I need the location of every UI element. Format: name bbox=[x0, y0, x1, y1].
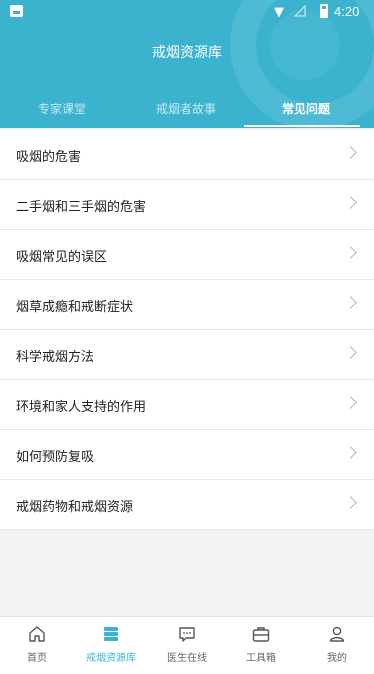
chat-icon bbox=[179, 627, 195, 642]
notification-icon bbox=[10, 5, 23, 17]
status-bar: ▼ 4:20 bbox=[0, 0, 374, 24]
faq-list: 吸烟的危害 二手烟和三手烟的危害 吸烟常见的误区 烟草成瘾和戒断症状 科学戒烟方… bbox=[0, 130, 374, 530]
nav-label: 工具箱 bbox=[246, 653, 276, 664]
chevron-right-icon bbox=[344, 496, 357, 509]
chevron-right-icon bbox=[344, 296, 357, 309]
nav-label: 我的 bbox=[327, 653, 347, 664]
list-item[interactable]: 如何预防复吸 bbox=[0, 430, 374, 480]
chevron-right-icon bbox=[344, 446, 357, 459]
battery-icon bbox=[320, 4, 328, 18]
home-icon bbox=[29, 626, 45, 642]
toolbox-icon bbox=[252, 627, 270, 642]
tab-quitter-stories[interactable]: 戒烟者故事 bbox=[124, 96, 248, 128]
chevron-right-icon bbox=[344, 246, 357, 259]
nav-toolbox[interactable]: 工具箱 bbox=[226, 617, 296, 674]
chevron-right-icon bbox=[344, 146, 357, 159]
nav-label: 医生在线 bbox=[167, 653, 207, 664]
page-title: 戒烟资源库 bbox=[152, 45, 222, 61]
header: ▼ 4:20 戒烟资源库 专家课堂 戒烟者故事 常见问题 bbox=[0, 0, 374, 128]
nav-doctor-online[interactable]: 医生在线 bbox=[152, 617, 222, 674]
list-item-label: 吸烟常见的误区 bbox=[16, 250, 108, 265]
list-item-label: 如何预防复吸 bbox=[16, 450, 95, 465]
library-icon bbox=[104, 627, 118, 641]
wifi-icon: ▼ bbox=[274, 5, 284, 20]
tab-faq[interactable]: 常见问题 bbox=[248, 96, 364, 128]
chevron-right-icon bbox=[344, 396, 357, 409]
tab-expert-class[interactable]: 专家课堂 bbox=[0, 96, 124, 128]
list-item-label: 戒烟药物和戒烟资源 bbox=[16, 500, 134, 515]
list-item-label: 烟草成瘾和戒断症状 bbox=[16, 300, 134, 315]
chevron-right-icon bbox=[344, 346, 357, 359]
status-time: 4:20 bbox=[334, 4, 360, 19]
nav-label: 首页 bbox=[27, 653, 47, 664]
nav-resource-library[interactable]: 戒烟资源库 bbox=[76, 617, 146, 674]
list-item-label: 吸烟的危害 bbox=[16, 150, 82, 165]
list-item[interactable]: 吸烟常见的误区 bbox=[0, 230, 374, 280]
list-item-label: 科学戒烟方法 bbox=[16, 350, 95, 365]
list-item[interactable]: 环境和家人支持的作用 bbox=[0, 380, 374, 430]
list-item-label: 环境和家人支持的作用 bbox=[16, 400, 147, 415]
nav-profile[interactable]: 我的 bbox=[302, 617, 372, 674]
signal-icon bbox=[294, 5, 306, 17]
list-item[interactable]: 戒烟药物和戒烟资源 bbox=[0, 480, 374, 530]
list-item[interactable]: 烟草成瘾和戒断症状 bbox=[0, 280, 374, 330]
list-item-label: 二手烟和三手烟的危害 bbox=[16, 200, 147, 215]
nav-home[interactable]: 首页 bbox=[2, 617, 72, 674]
tab-indicator bbox=[244, 125, 360, 127]
list-item[interactable]: 二手烟和三手烟的危害 bbox=[0, 180, 374, 230]
nav-label: 戒烟资源库 bbox=[86, 653, 136, 664]
profile-icon bbox=[329, 626, 345, 642]
bottom-navigation: 首页 戒烟资源库 医生在线 工具箱 我的 bbox=[0, 616, 374, 674]
tab-bar: 专家课堂 戒烟者故事 常见问题 bbox=[0, 96, 374, 128]
list-item[interactable]: 吸烟的危害 bbox=[0, 130, 374, 180]
chevron-right-icon bbox=[344, 196, 357, 209]
list-item[interactable]: 科学戒烟方法 bbox=[0, 330, 374, 380]
